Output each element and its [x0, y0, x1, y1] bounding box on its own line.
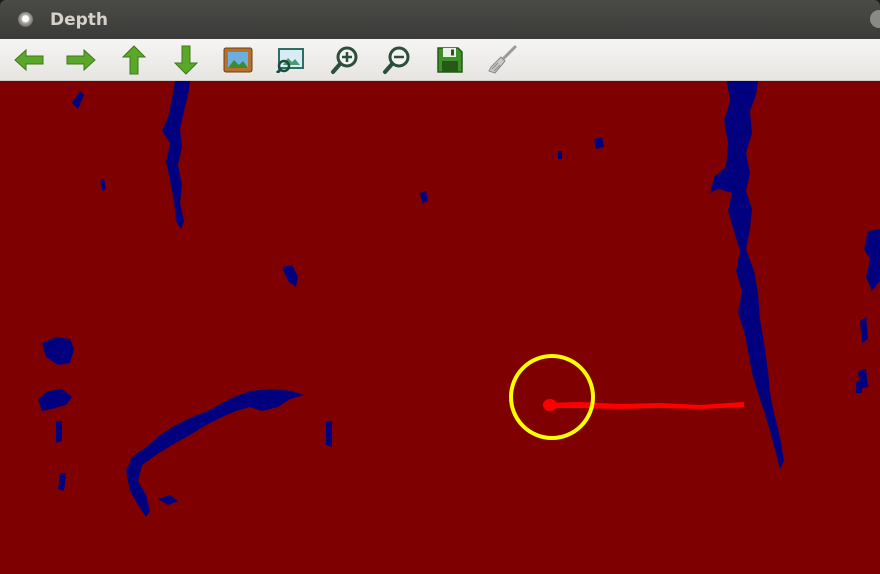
zoom-region-icon	[276, 48, 304, 73]
window-title: Depth	[50, 9, 109, 30]
zoom-out-button[interactable]	[380, 43, 414, 77]
window-control-icon[interactable]	[870, 10, 880, 28]
zoom-region-button[interactable]	[274, 43, 308, 77]
pan-down-button[interactable]	[169, 43, 203, 77]
arrow-left-icon	[14, 48, 44, 72]
save-icon	[437, 47, 463, 73]
depth-map	[0, 81, 880, 574]
title-bar[interactable]: Depth	[0, 0, 880, 39]
pan-up-button[interactable]	[117, 43, 151, 77]
properties-button[interactable]	[485, 43, 519, 77]
depth-image-view[interactable]	[0, 81, 880, 574]
toolbar	[0, 39, 880, 81]
zoom-in-button[interactable]	[328, 43, 362, 77]
arrow-down-icon	[173, 45, 199, 75]
arrow-right-icon	[66, 48, 96, 72]
save-button[interactable]	[433, 43, 467, 77]
zoom-fit-button[interactable]	[221, 43, 255, 77]
image-icon	[223, 47, 253, 73]
zoom-out-icon	[383, 46, 410, 74]
zoom-in-icon	[331, 46, 358, 74]
target-point	[543, 399, 557, 411]
brush-icon	[488, 45, 517, 74]
pan-right-button[interactable]	[64, 43, 98, 77]
arrow-up-icon	[121, 45, 147, 75]
close-window-icon[interactable]	[18, 12, 33, 27]
depth-window: Depth	[0, 0, 880, 574]
pan-left-button[interactable]	[12, 43, 46, 77]
